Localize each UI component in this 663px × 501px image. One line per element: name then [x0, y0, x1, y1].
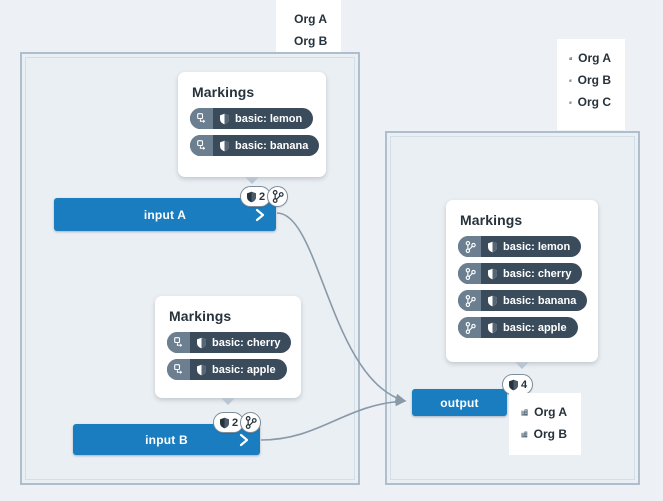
- marking-pill[interactable]: basic: cherry: [458, 263, 583, 284]
- marking-label: basic: lemon: [235, 112, 303, 125]
- chevron-right-icon: [239, 433, 249, 446]
- node-label: input A: [143, 207, 187, 222]
- marking-pill[interactable]: basic: apple: [458, 317, 578, 338]
- shield-icon: [220, 140, 229, 151]
- org-building-icon: [569, 100, 572, 104]
- edge-input-b-to-output: [260, 396, 407, 441]
- badge-branch-input-a[interactable]: [267, 186, 288, 207]
- org-building-icon: [521, 431, 528, 437]
- markings-card-title: Markings: [192, 84, 255, 100]
- marking-pill[interactable]: basic: banana: [190, 135, 320, 156]
- node-arrow-icon: [190, 108, 213, 129]
- badge-count: 4: [521, 378, 528, 391]
- org-label: Org B: [533, 427, 567, 441]
- node-output[interactable]: output: [412, 389, 507, 416]
- node-arrow-icon: [167, 359, 190, 380]
- org-list-item[interactable]: Org B: [521, 423, 567, 445]
- marking-pill[interactable]: basic: cherry: [167, 332, 292, 353]
- git-branch-icon: [458, 236, 481, 257]
- org-label: Org C: [577, 95, 611, 109]
- marking-label: basic: cherry: [503, 267, 572, 280]
- markings-card-output: Markings basic: lemon basic: cherry basi…: [446, 200, 598, 369]
- shield-icon: [488, 322, 497, 333]
- shield-icon: [197, 364, 206, 375]
- org-list-item[interactable]: Org A: [521, 401, 567, 423]
- git-branch-icon: [272, 190, 284, 203]
- markings-card-title: Markings: [169, 308, 232, 324]
- git-branch-icon: [458, 263, 481, 284]
- org-label: Org A: [534, 405, 567, 419]
- card-pointer: [515, 362, 529, 369]
- node-label: input B: [145, 432, 188, 447]
- badge-count: 2: [232, 416, 239, 429]
- node-arrow-icon: [190, 135, 213, 156]
- org-list-item[interactable]: Org A: [569, 47, 611, 69]
- org-label: Org B: [577, 73, 611, 87]
- card-pointer: [245, 177, 259, 184]
- shield-icon: [509, 379, 518, 390]
- marking-label: basic: banana: [503, 294, 577, 307]
- org-card-top: Org A Org B: [276, 0, 341, 52]
- org-list-item[interactable]: Org C: [569, 91, 611, 113]
- org-card-right: Org A Org B Org C: [557, 39, 625, 130]
- git-branch-icon: [458, 290, 481, 311]
- marking-label: basic: cherry: [212, 336, 281, 349]
- org-building-icon: [569, 56, 572, 60]
- node-arrow-icon: [167, 332, 190, 353]
- graph-canvas: Markings basic: lemon basic: banana Mark…: [0, 0, 663, 501]
- markings-card-input-b: Markings basic: cherry basic: apple: [155, 296, 301, 405]
- marking-pill[interactable]: basic: lemon: [190, 108, 314, 129]
- git-branch-icon: [245, 416, 257, 429]
- org-building-icon: [521, 408, 528, 416]
- marking-label: basic: apple: [503, 321, 567, 334]
- org-card-output: Org A Org B: [509, 393, 581, 455]
- marking-label: basic: apple: [212, 363, 276, 376]
- shield-icon: [220, 417, 229, 428]
- org-list-item[interactable]: Org B: [288, 30, 327, 52]
- markings-card-input-a: Markings basic: lemon basic: banana: [178, 72, 326, 184]
- marking-label: basic: banana: [235, 139, 309, 152]
- shield-icon: [488, 295, 497, 306]
- markings-card-title: Markings: [460, 212, 523, 228]
- shield-icon: [220, 113, 229, 124]
- shield-icon: [197, 337, 206, 348]
- marking-pill[interactable]: basic: lemon: [458, 236, 582, 257]
- org-building-icon: [569, 78, 572, 82]
- marking-pill[interactable]: basic: apple: [167, 359, 287, 380]
- chevron-right-icon: [255, 208, 265, 221]
- org-list-item[interactable]: Org B: [569, 69, 611, 91]
- org-list-item[interactable]: Org A: [288, 8, 327, 30]
- badge-count: 2: [259, 190, 266, 203]
- marking-pill[interactable]: basic: banana: [458, 290, 588, 311]
- shield-icon: [488, 268, 497, 279]
- marking-label: basic: lemon: [503, 240, 571, 253]
- shield-icon: [488, 241, 497, 252]
- badge-markings-count-output[interactable]: 4: [502, 374, 534, 395]
- badge-branch-input-b[interactable]: [240, 412, 261, 433]
- card-pointer: [221, 398, 235, 405]
- org-label: Org B: [294, 34, 328, 48]
- node-label: output: [440, 395, 479, 410]
- org-label: Org A: [578, 51, 611, 65]
- org-label: Org A: [294, 12, 327, 26]
- shield-icon: [247, 191, 256, 202]
- git-branch-icon: [458, 317, 481, 338]
